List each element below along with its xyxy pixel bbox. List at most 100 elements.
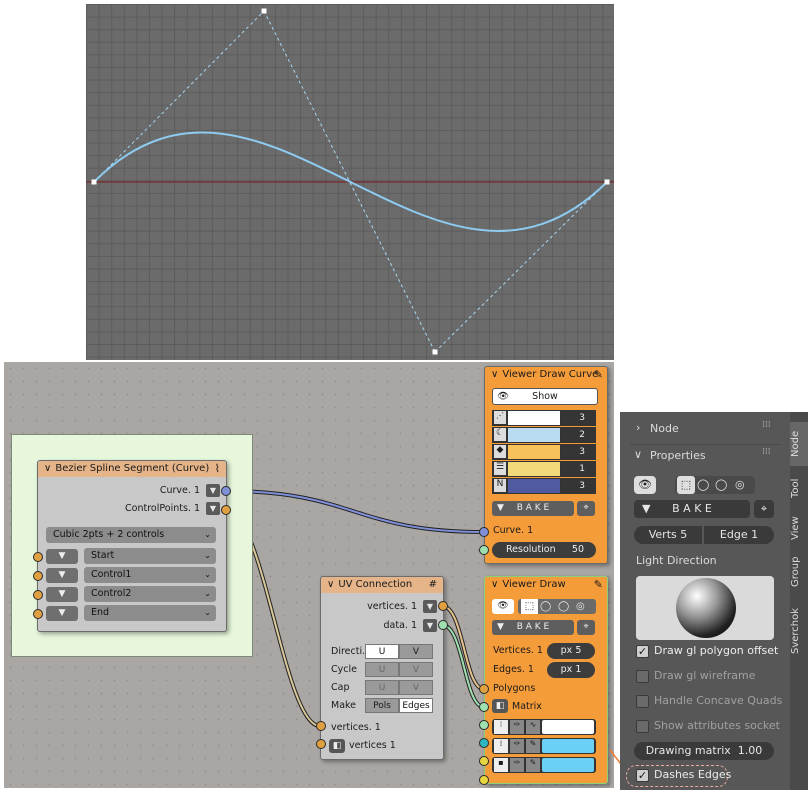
display-mode-group[interactable]: ⬚ ◯ ◯ ◎ [675, 476, 755, 494]
paint-icon[interactable]: ✑ [510, 739, 524, 753]
sphere-wire-icon[interactable]: ◯ [540, 599, 551, 614]
vertices-nested-toggle[interactable]: ◧ [329, 739, 345, 753]
brush-icon[interactable]: ✎ [526, 739, 540, 753]
color-row-curve[interactable]: ☾ 2 [492, 427, 596, 443]
swatch-vertices[interactable] [508, 411, 560, 425]
socket-uv-data-out[interactable] [438, 620, 448, 630]
bake-options-button[interactable]: ⌖ [577, 501, 595, 516]
pencil-icon[interactable]: ✎ [594, 367, 603, 383]
viewport-3d[interactable] [86, 4, 614, 360]
socket-controlpoints-out[interactable] [221, 505, 231, 515]
vd-bake-options-button[interactable]: ⌖ [577, 620, 595, 635]
swatch-vd-polygons[interactable] [542, 758, 594, 772]
socket-curve-out[interactable] [221, 486, 231, 496]
output-controlpoints-dropdown[interactable]: ▼ [206, 502, 220, 515]
color-row-control-points[interactable]: ◆ 3 [492, 444, 596, 460]
mode-select[interactable]: Cubic 2pts + 2 controls ⌄ [46, 527, 216, 543]
socket-vd-color2-in[interactable] [479, 775, 489, 785]
checkbox-polygon-offset[interactable]: ✓ [636, 645, 649, 658]
light-direction-widget[interactable] [636, 576, 774, 640]
sphere-wire-icon[interactable]: ◯ [697, 476, 709, 494]
edge-field[interactable]: Edge 1 [704, 526, 774, 544]
color-row-vertices[interactable]: ⋰ 3 [492, 410, 596, 426]
color-row-control-lines[interactable]: ☰ 1 [492, 461, 596, 477]
output-curve-dropdown[interactable]: ▼ [206, 484, 220, 497]
collapse-chevron-icon[interactable]: ∨ [491, 577, 498, 593]
eye-toggle-button[interactable]: 👁 [634, 476, 656, 494]
brush-icon[interactable]: ✎ [526, 758, 540, 772]
display-mode-group[interactable]: ⬚ ◯ ◯ ◎ [518, 599, 596, 614]
input-end-field[interactable]: End ⌄ [84, 605, 216, 621]
socket-control1-in[interactable] [33, 571, 43, 581]
node-section-header[interactable]: Node [650, 422, 679, 435]
cycle-v-button[interactable]: V [399, 662, 433, 677]
output-vertices-dropdown[interactable]: ▼ [423, 600, 437, 613]
cube-icon[interactable]: ⬚ [521, 599, 538, 614]
output-data-dropdown[interactable]: ▼ [423, 619, 437, 632]
bake-button[interactable]: ▼ B A K E [492, 501, 574, 516]
checkbox-concave-quads[interactable] [636, 695, 649, 708]
socket-uv-vertices-in[interactable] [316, 721, 326, 731]
cycle-u-button[interactable]: U [365, 662, 399, 677]
direction-v-button[interactable]: V [399, 644, 433, 659]
shading-icon[interactable]: ◎ [735, 476, 745, 494]
gradient-icon[interactable]: ∿ [526, 720, 540, 734]
make-edges-button[interactable]: Edges [399, 698, 433, 713]
tab-tool[interactable]: Tool [790, 470, 808, 506]
make-pols-button[interactable]: Pols [365, 698, 399, 713]
socket-vd-edges-in[interactable] [479, 702, 489, 712]
viewer-draw-curve-node[interactable]: ∨ Viewer Draw Curve ✎ 👁 Show ⋰ 3 ☾ 2 ◆ 3 ☰… [484, 366, 608, 564]
cap-u-button[interactable]: U [365, 680, 399, 695]
shading-icon[interactable]: ◎ [576, 599, 585, 614]
curve-size[interactable]: 2 [562, 428, 595, 442]
swatch-control-points[interactable] [508, 445, 560, 459]
color-row-vd-edges[interactable]: ⁞ ✑ ✎ [492, 738, 596, 754]
swatch-curve[interactable] [508, 428, 560, 442]
input-control2-field[interactable]: Control2 ⌄ [84, 586, 216, 602]
panel-bake-button[interactable]: ▼ B A K E [634, 500, 750, 518]
control1-socket-dropdown[interactable]: ▼ [46, 568, 78, 583]
direction-u-button[interactable]: U [365, 644, 399, 659]
swatch-vd-vertices[interactable] [542, 720, 594, 734]
node-section-chevron-icon[interactable]: › [636, 421, 640, 434]
properties-section-header[interactable]: Properties [650, 449, 706, 462]
node-editor[interactable]: ∨ Bezier Spline Segment (Curve) ⌇ Curve. … [4, 362, 614, 788]
swatch-vd-edges[interactable] [542, 739, 594, 753]
socket-vdc-curve-in[interactable] [479, 527, 489, 537]
vd-node-header[interactable]: ∨ Viewer Draw ✎ [485, 577, 607, 593]
socket-vdc-resolution-in[interactable] [479, 545, 489, 555]
vertex-px-field[interactable]: px 5 [547, 643, 595, 659]
control-lines-size[interactable]: 1 [562, 462, 595, 476]
collapse-chevron-icon[interactable]: ∨ [327, 577, 334, 593]
paint-icon[interactable]: ✑ [510, 758, 524, 772]
uv-connection-node[interactable]: ∨ UV Connection # vertices. 1 ▼ data. 1 ▼… [320, 576, 444, 760]
edge-px-field[interactable]: px 1 [547, 662, 595, 678]
sphere-icon[interactable]: ◯ [558, 599, 569, 614]
swatch-control-lines[interactable] [508, 462, 560, 476]
vdc-node-header[interactable]: ∨ Viewer Draw Curve ✎ [485, 367, 607, 383]
sphere-icon[interactable]: ◯ [715, 476, 727, 494]
drag-handle-icon[interactable]: ⁞⁞⁞ [762, 447, 771, 457]
resolution-field[interactable]: Resolution 50 [492, 542, 596, 558]
cube-icon[interactable]: ⬚ [677, 476, 695, 494]
drag-handle-icon[interactable]: ⁞⁞⁞ [762, 420, 771, 430]
cap-v-button[interactable]: V [399, 680, 433, 695]
swatch-normals[interactable] [508, 479, 560, 493]
tab-node[interactable]: Node [790, 426, 808, 462]
input-start-field[interactable]: Start ⌄ [84, 548, 216, 564]
collapse-chevron-icon[interactable]: ∨ [44, 461, 51, 477]
control2-socket-dropdown[interactable]: ▼ [46, 587, 78, 602]
eye-toggle-button[interactable]: 👁 [492, 599, 514, 614]
panel-bake-options-button[interactable]: ⌖ [754, 500, 774, 518]
paint-icon[interactable]: ✑ [510, 720, 524, 734]
color-row-normals[interactable]: N 3 [492, 478, 596, 494]
matrix-toggle[interactable]: ◧ [492, 699, 508, 713]
verts-field[interactable]: Verts 5 [634, 526, 702, 544]
start-socket-dropdown[interactable]: ▼ [46, 549, 78, 564]
uv-node-header[interactable]: ∨ UV Connection # [321, 577, 443, 593]
show-toggle[interactable]: 👁 Show [492, 388, 598, 405]
drawing-matrix-field[interactable]: Drawing matrix 1.00 [634, 742, 774, 760]
vd-bake-button[interactable]: ▼ B A K E [492, 620, 574, 635]
color-row-vd-polygons[interactable]: ▪ ✑ ✎ [492, 757, 596, 773]
collapse-chevron-icon[interactable]: ∨ [491, 367, 498, 383]
